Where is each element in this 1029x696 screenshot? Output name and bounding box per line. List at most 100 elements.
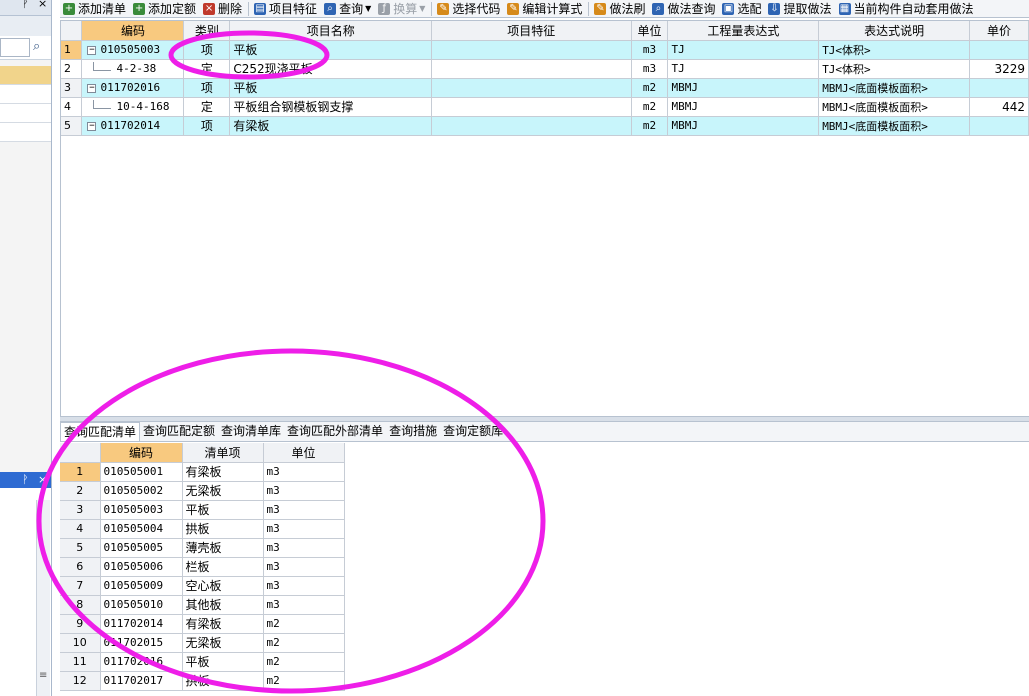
search-input[interactable] [0, 38, 30, 57]
column-header[interactable]: 类别 [183, 21, 231, 41]
row-number[interactable]: 8 [60, 595, 101, 615]
code-cell[interactable]: 010505005 [100, 538, 183, 558]
row-number[interactable]: 11 [60, 652, 101, 672]
row-number[interactable]: 7 [60, 576, 101, 596]
column-header[interactable]: 单位 [263, 443, 345, 463]
column-header[interactable]: 编码 [100, 443, 183, 463]
bill-item-row[interactable]: 1−010505003 项平板 m3 TJ TJ<体积> [61, 40, 1029, 60]
code-cell[interactable]: 011702014 [100, 614, 183, 634]
tree-item[interactable] [0, 66, 51, 85]
code-cell[interactable]: 011702016 [100, 652, 183, 672]
expression-cell[interactable]: TJ [667, 40, 820, 60]
unit-cell[interactable]: m3 [631, 59, 669, 79]
unit-cell[interactable]: m2 [631, 78, 669, 98]
code-cell[interactable]: 010505003 [100, 500, 183, 520]
type-cell[interactable]: 项 [183, 40, 231, 60]
pin-icon[interactable]: ᚹ [22, 0, 29, 10]
column-header[interactable]: 工程量表达式 [667, 21, 820, 41]
toolbar-button-brush[interactable]: ✎ 做法刷 [591, 0, 649, 17]
bill-name-cell[interactable]: 拱板 [182, 519, 264, 539]
bill-name-cell[interactable]: 无梁板 [182, 481, 264, 501]
close-icon[interactable]: × [38, 473, 47, 486]
tree-item[interactable] [0, 104, 51, 123]
type-cell[interactable]: 定 [183, 59, 231, 79]
row-number[interactable]: 1 [60, 462, 101, 482]
toolbar-button-query[interactable]: ⌕ 查询 ▼ [321, 0, 375, 17]
expression-description-cell[interactable]: MBMJ<底面模板面积> [818, 78, 971, 98]
tab-2[interactable]: 查询匹配定额 [140, 422, 218, 441]
table-row[interactable]: 2 010505002 无梁板 m3 [60, 481, 345, 501]
row-number[interactable]: 9 [60, 614, 101, 634]
search-icon[interactable]: ⌕ [33, 39, 40, 54]
unit-cell[interactable]: m2 [263, 633, 345, 653]
row-number[interactable]: 2 [61, 59, 83, 79]
code-cell[interactable]: 011702017 [100, 671, 183, 691]
row-number[interactable]: 2 [60, 481, 101, 501]
table-row[interactable]: 6 010505006 栏板 m3 [60, 557, 345, 577]
bill-item-row[interactable]: 5−011702014 项有梁板 m2 MBMJ MBMJ<底面模板面积> [61, 116, 1029, 136]
type-cell[interactable]: 项 [183, 78, 231, 98]
name-cell[interactable]: 平板 [229, 78, 433, 98]
column-header[interactable]: 编码 [81, 21, 185, 41]
code-cell[interactable]: 10-4-168 [81, 97, 185, 117]
unit-cell[interactable]: m3 [263, 557, 345, 577]
grid-corner-cell[interactable] [60, 443, 101, 463]
tree-item[interactable] [0, 123, 51, 142]
unit-price-cell[interactable] [969, 78, 1029, 98]
toolbar-button-match[interactable]: ▣ 选配 [719, 0, 765, 17]
bill-name-cell[interactable]: 空心板 [182, 576, 264, 596]
code-cell[interactable]: 010505002 [100, 481, 183, 501]
bill-name-cell[interactable]: 栏板 [182, 557, 264, 577]
collapse-toggle-icon[interactable]: − [87, 45, 97, 55]
feature-cell[interactable] [431, 78, 632, 98]
row-number[interactable]: 3 [60, 500, 101, 520]
feature-cell[interactable] [431, 116, 632, 136]
unit-price-cell[interactable] [969, 40, 1029, 60]
dropdown-arrow-icon[interactable]: ▼ [419, 4, 425, 13]
bill-name-cell[interactable]: 平板 [182, 652, 264, 672]
table-row[interactable]: 3 010505003 平板 m3 [60, 500, 345, 520]
code-cell[interactable]: 010505006 [100, 557, 183, 577]
code-cell[interactable]: 010505010 [100, 595, 183, 615]
expression-description-cell[interactable]: MBMJ<底面模板面积> [818, 116, 971, 136]
unit-cell[interactable]: m2 [631, 97, 669, 117]
toolbar-button-select-code[interactable]: ✎ 选择代码 [434, 0, 504, 17]
bill-name-cell[interactable]: 其他板 [182, 595, 264, 615]
type-cell[interactable]: 项 [183, 116, 231, 136]
code-cell[interactable]: 010505004 [100, 519, 183, 539]
row-number[interactable]: 3 [61, 78, 83, 98]
unit-price-cell[interactable]: 3229 [969, 59, 1029, 79]
expression-cell[interactable]: MBMJ [667, 116, 820, 136]
quota-row[interactable]: 4 10-4-168 定平板组合钢模板钢支撑 m2 MBMJ MBMJ<底面模板面积> 44… [61, 97, 1029, 117]
column-header[interactable]: 清单项 [182, 443, 264, 463]
unit-cell[interactable]: m3 [263, 519, 345, 539]
scrollbar[interactable]: ≡ [36, 500, 50, 696]
toolbar-button-edit-formula[interactable]: ✎ 编辑计算式 [504, 0, 586, 17]
unit-cell[interactable]: m3 [263, 538, 345, 558]
unit-cell[interactable]: m3 [263, 462, 345, 482]
unit-cell[interactable]: m3 [263, 481, 345, 501]
tab-5[interactable]: 查询措施 [386, 422, 440, 441]
row-number[interactable]: 5 [61, 116, 83, 136]
toolbar-button-extract[interactable]: ⇩ 提取做法 [765, 0, 835, 17]
toolbar-button-add-bill[interactable]: + 添加清单 [60, 0, 130, 17]
bill-name-cell[interactable]: 无梁板 [182, 633, 264, 653]
unit-cell[interactable]: m3 [263, 576, 345, 596]
table-row[interactable]: 10 011702015 无梁板 m2 [60, 633, 345, 653]
grid-corner-cell[interactable] [61, 21, 83, 41]
expression-description-cell[interactable]: TJ<体积> [818, 59, 971, 79]
tab-3[interactable]: 查询清单库 [218, 422, 284, 441]
close-icon[interactable]: × [38, 0, 47, 10]
bill-name-cell[interactable]: 平板 [182, 500, 264, 520]
name-cell[interactable]: C252现浇平板 [229, 59, 433, 79]
unit-price-cell[interactable] [969, 116, 1029, 136]
bill-name-cell[interactable]: 有梁板 [182, 462, 264, 482]
code-cell[interactable]: 010505001 [100, 462, 183, 482]
column-header[interactable]: 单价 [969, 21, 1029, 41]
unit-cell[interactable]: m2 [263, 652, 345, 672]
toolbar-button-auto-apply[interactable]: ▦ 当前构件自动套用做法 [836, 0, 978, 17]
bill-name-cell[interactable]: 有梁板 [182, 614, 264, 634]
toolbar-button-convert[interactable]: ƒ 换算 ▼ [375, 0, 429, 17]
tab-6[interactable]: 查询定额库 [440, 422, 506, 441]
row-number[interactable]: 6 [60, 557, 101, 577]
